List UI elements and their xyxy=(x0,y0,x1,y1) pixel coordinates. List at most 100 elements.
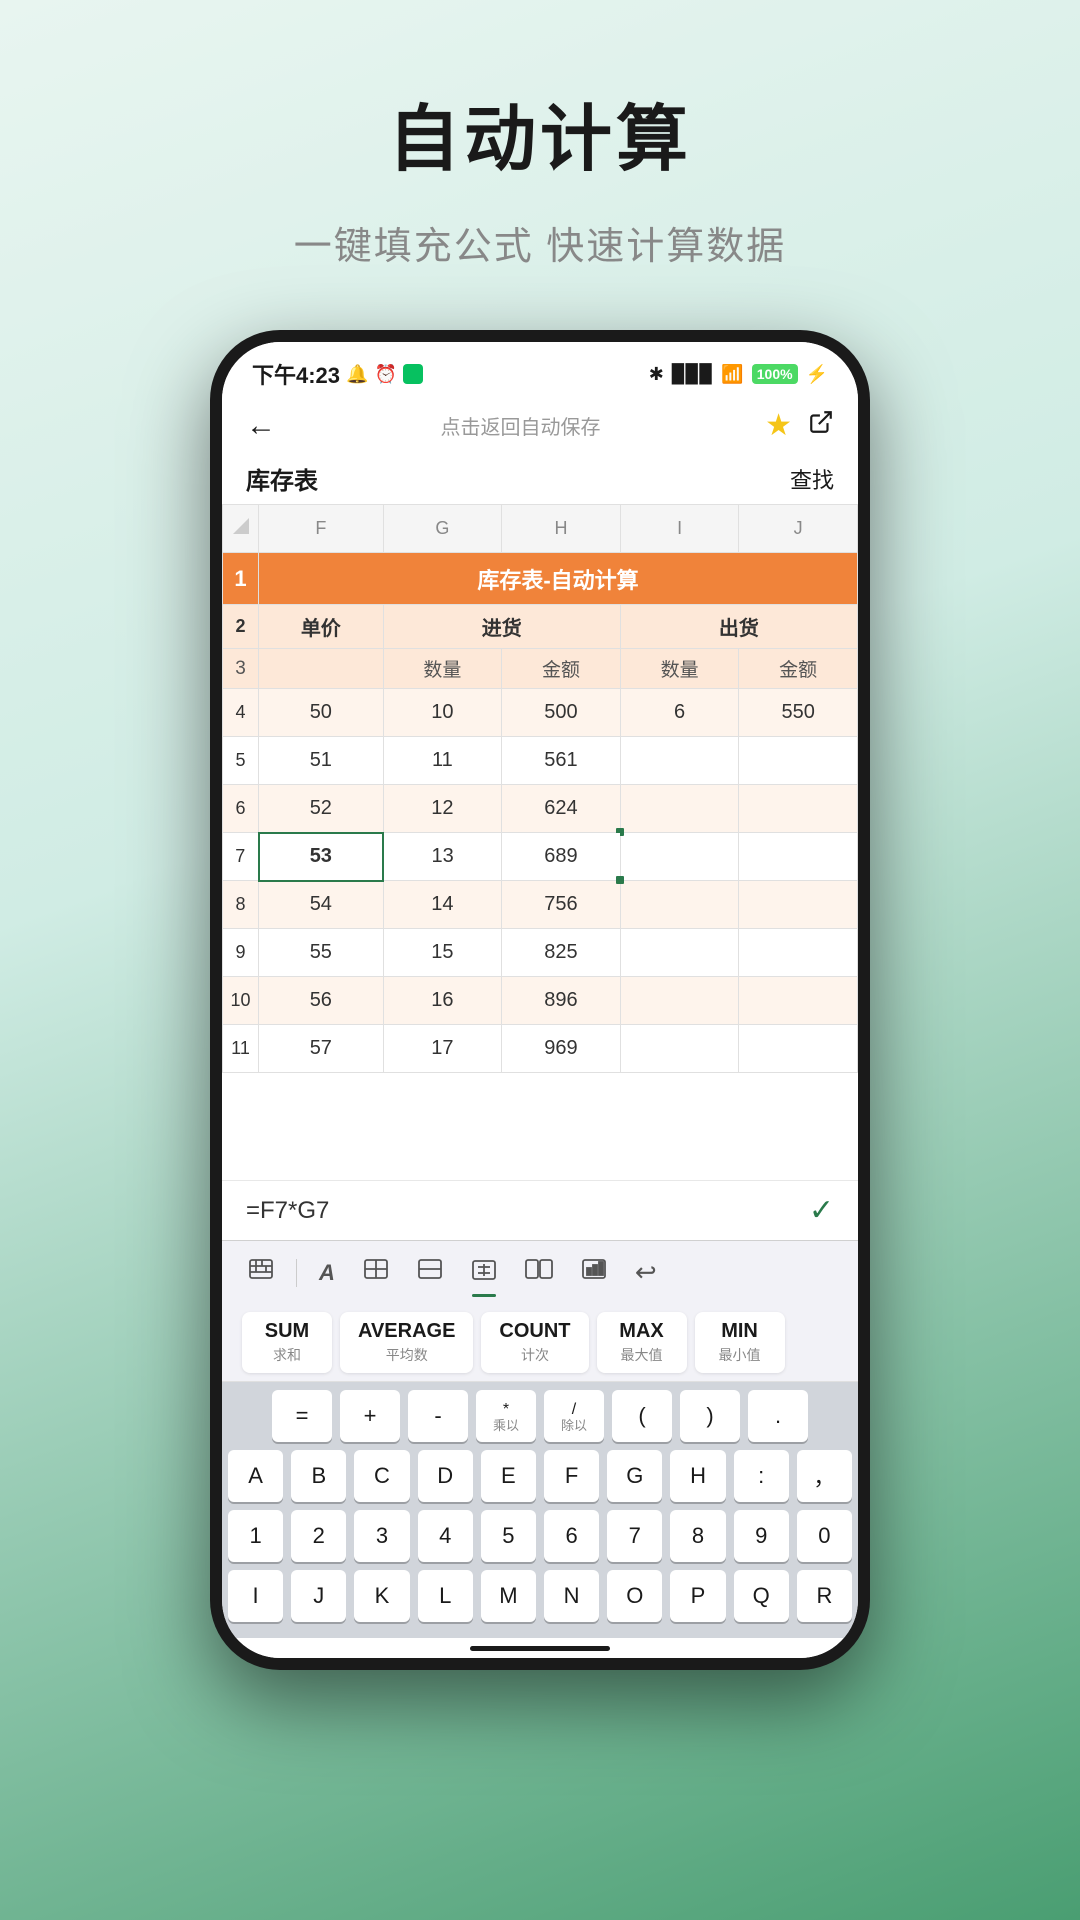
col-header-H[interactable]: H xyxy=(502,505,621,553)
key-N[interactable]: N xyxy=(544,1570,599,1622)
cell-J4[interactable]: 550 xyxy=(739,689,858,737)
key-open-paren[interactable]: ( xyxy=(612,1390,672,1442)
formula-icon[interactable] xyxy=(465,1253,503,1293)
cell-F8[interactable]: 54 xyxy=(259,881,384,929)
cell-F3[interactable] xyxy=(259,649,384,689)
key-minus[interactable]: - xyxy=(408,1390,468,1442)
key-D[interactable]: D xyxy=(418,1450,473,1502)
cell-G3[interactable]: 数量 xyxy=(383,649,502,689)
cell-G6[interactable]: 12 xyxy=(383,785,502,833)
col-header-I[interactable]: I xyxy=(620,505,739,553)
insert-row-icon[interactable] xyxy=(411,1252,449,1293)
count-button[interactable]: COUNT 计次 xyxy=(481,1312,588,1373)
cell-I8[interactable] xyxy=(620,881,739,929)
cell-H11[interactable]: 969 xyxy=(502,1025,621,1073)
key-H[interactable]: H xyxy=(670,1450,725,1502)
key-multiply[interactable]: * 乘以 xyxy=(476,1390,536,1442)
key-C[interactable]: C xyxy=(354,1450,409,1502)
cell-H9[interactable]: 825 xyxy=(502,929,621,977)
key-B[interactable]: B xyxy=(291,1450,346,1502)
cell-I4[interactable]: 6 xyxy=(620,689,739,737)
key-8[interactable]: 8 xyxy=(670,1510,725,1562)
cell-J5[interactable] xyxy=(739,737,858,785)
key-A[interactable]: A xyxy=(228,1450,283,1502)
col-header-J[interactable]: J xyxy=(739,505,858,553)
cell-F7-selected[interactable]: 53 xyxy=(259,833,384,881)
key-L[interactable]: L xyxy=(418,1570,473,1622)
key-K[interactable]: K xyxy=(354,1570,409,1622)
key-J[interactable]: J xyxy=(291,1570,346,1622)
cell-J8[interactable] xyxy=(739,881,858,929)
key-M[interactable]: M xyxy=(481,1570,536,1622)
key-equals[interactable]: = xyxy=(272,1390,332,1442)
cell-F2[interactable]: 单价 xyxy=(259,605,384,649)
formula-display[interactable]: =F7*G7 xyxy=(246,1197,809,1225)
cell-H4[interactable]: 500 xyxy=(502,689,621,737)
cell-G11[interactable]: 17 xyxy=(383,1025,502,1073)
key-I[interactable]: I xyxy=(228,1570,283,1622)
favorite-button[interactable]: ★ xyxy=(765,408,792,443)
cell-I9[interactable] xyxy=(620,929,739,977)
cell-F6[interactable]: 52 xyxy=(259,785,384,833)
cell-J7[interactable] xyxy=(739,833,858,881)
cell-H3[interactable]: 金额 xyxy=(502,649,621,689)
min-button[interactable]: MIN 最小值 xyxy=(695,1312,785,1373)
key-6[interactable]: 6 xyxy=(544,1510,599,1562)
col-header-G[interactable]: G xyxy=(383,505,502,553)
key-dot[interactable]: . xyxy=(748,1390,808,1442)
cell-G10[interactable]: 16 xyxy=(383,977,502,1025)
cell-J11[interactable] xyxy=(739,1025,858,1073)
key-close-paren[interactable]: ) xyxy=(680,1390,740,1442)
key-O[interactable]: O xyxy=(607,1570,662,1622)
cell-F10[interactable]: 56 xyxy=(259,977,384,1025)
key-7[interactable]: 7 xyxy=(607,1510,662,1562)
key-Q[interactable]: Q xyxy=(734,1570,789,1622)
cell-H8[interactable]: 756 xyxy=(502,881,621,929)
key-1[interactable]: 1 xyxy=(228,1510,283,1562)
key-R[interactable]: R xyxy=(797,1570,852,1622)
cell-F11[interactable]: 57 xyxy=(259,1025,384,1073)
sum-button[interactable]: SUM 求和 xyxy=(242,1312,332,1373)
cell-I10[interactable] xyxy=(620,977,739,1025)
cell-F5[interactable]: 51 xyxy=(259,737,384,785)
cell-H7[interactable]: 689 xyxy=(502,833,621,881)
text-format-icon[interactable]: A xyxy=(313,1254,341,1292)
cell-I7[interactable] xyxy=(620,833,739,881)
key-divide[interactable]: / 除以 xyxy=(544,1390,604,1442)
cell-I11[interactable] xyxy=(620,1025,739,1073)
enter-icon[interactable]: ↩ xyxy=(629,1251,663,1294)
max-button[interactable]: MAX 最大值 xyxy=(597,1312,687,1373)
table-icon[interactable] xyxy=(357,1252,395,1293)
cell-IJ2[interactable]: 出货 xyxy=(620,605,857,649)
cell-I5[interactable] xyxy=(620,737,739,785)
cell-H10[interactable]: 896 xyxy=(502,977,621,1025)
cell-F9[interactable]: 55 xyxy=(259,929,384,977)
cell-G4[interactable]: 10 xyxy=(383,689,502,737)
chart-icon[interactable] xyxy=(575,1252,613,1293)
key-F[interactable]: F xyxy=(544,1450,599,1502)
formula-confirm-button[interactable]: ✓ xyxy=(809,1193,834,1228)
cell-J6[interactable] xyxy=(739,785,858,833)
average-button[interactable]: AVERAGE 平均数 xyxy=(340,1312,473,1373)
find-button[interactable]: 查找 xyxy=(790,463,834,495)
cell-I3[interactable]: 数量 xyxy=(620,649,739,689)
merge-icon[interactable] xyxy=(519,1252,559,1293)
share-button[interactable] xyxy=(808,409,834,442)
key-comma[interactable]: ， xyxy=(797,1450,852,1502)
back-button[interactable]: ← xyxy=(246,409,276,443)
spreadsheet-title-cell[interactable]: 库存表-自动计算 xyxy=(259,553,858,605)
cell-H5[interactable]: 561 xyxy=(502,737,621,785)
key-0[interactable]: 0 xyxy=(797,1510,852,1562)
cell-G9[interactable]: 15 xyxy=(383,929,502,977)
key-G[interactable]: G xyxy=(607,1450,662,1502)
key-E[interactable]: E xyxy=(481,1450,536,1502)
col-header-F[interactable]: F xyxy=(259,505,384,553)
cell-J3[interactable]: 金额 xyxy=(739,649,858,689)
cell-G5[interactable]: 11 xyxy=(383,737,502,785)
key-4[interactable]: 4 xyxy=(418,1510,473,1562)
key-5[interactable]: 5 xyxy=(481,1510,536,1562)
cell-J10[interactable] xyxy=(739,977,858,1025)
key-P[interactable]: P xyxy=(670,1570,725,1622)
cell-G7[interactable]: 13 xyxy=(383,833,502,881)
cell-I6[interactable] xyxy=(620,785,739,833)
